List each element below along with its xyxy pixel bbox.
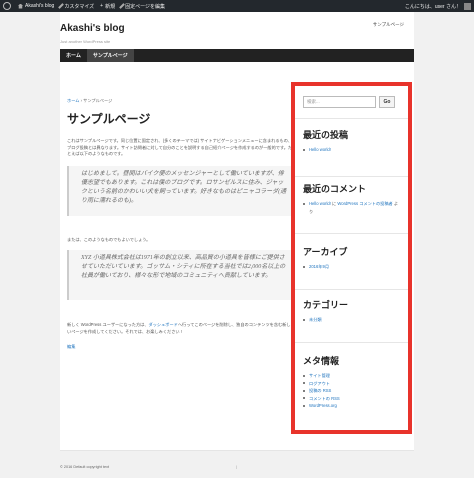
archive-link[interactable]: 2016年9月 <box>309 264 329 269</box>
site-name-label: Akashi's blog <box>25 3 55 9</box>
comment-author-link[interactable]: WordPress コメントの投稿者 <box>337 201 392 206</box>
search-input[interactable]: 検索... <box>303 96 376 108</box>
new-content-menu[interactable]: + 新規 <box>97 0 118 12</box>
meta-site-admin-link[interactable]: サイト管理 <box>309 373 330 378</box>
list-item: ログアウト <box>303 380 400 388</box>
outro-paragraph: 新しく WordPress ユーザーになった方は、ダッシュボードへ行ってこのペー… <box>67 322 293 335</box>
footer-separator: | <box>236 465 237 469</box>
greeting-label: こんにちは、user さん！ <box>404 3 461 10</box>
customize-label: カスタマイズ <box>64 3 95 10</box>
home-icon <box>18 3 23 9</box>
comment-post-link[interactable]: Hello world! <box>309 201 331 206</box>
avatar <box>464 2 471 10</box>
list-item: Hello world! に WordPress コメントの投稿者 より <box>303 200 400 215</box>
pencil-icon <box>119 3 125 9</box>
list-item: WordPress.org <box>303 402 400 410</box>
middle-paragraph: または、このようなものでもよいでしょう。 <box>67 237 151 242</box>
main-navigation: ホーム サンプルページ <box>60 49 414 62</box>
meta-title: メタ情報 <box>303 356 340 366</box>
footer-copyright: © 2016 Default copyright text <box>60 465 110 469</box>
list-item: 未分類 <box>303 316 400 324</box>
nav-item-sample-page[interactable]: サンプルページ <box>86 49 134 62</box>
categories-widget: カテゴリー 未分類 <box>303 298 400 324</box>
top-nav-sample-page-link[interactable]: サンプルページ <box>373 22 404 28</box>
recent-post-link[interactable]: Hello world! <box>309 147 331 152</box>
list-item: 2016年9月 <box>303 263 400 271</box>
sidebar-highlighted: 検索... Go 最近の投稿 Hello world! 最近のコメント Hell… <box>291 82 412 434</box>
blockquote-company: XYZ 小道具株式会社は1971年の創立以来、高品質の小道具を皆様にご提供させて… <box>67 250 295 300</box>
category-link[interactable]: 未分類 <box>309 317 322 322</box>
meta-wordpress-org-link[interactable]: WordPress.org <box>309 403 337 408</box>
recent-posts-title: 最近の投稿 <box>303 130 349 140</box>
widget-divider <box>295 289 408 290</box>
edit-page-label: 固定ページを編集 <box>125 3 166 10</box>
new-label: 新規 <box>105 3 116 10</box>
list-item: サイト管理 <box>303 372 400 380</box>
site-name-menu[interactable]: Akashi's blog <box>15 0 57 12</box>
list-item: Hello world! <box>303 146 400 154</box>
meta-widget: メタ情報 サイト管理 ログアウト 投稿の RSS コメントの RSS WordP… <box>303 354 400 410</box>
widget-divider <box>295 233 408 234</box>
dashboard-link[interactable]: ダッシュボード <box>149 322 178 327</box>
meta-comments-rss-link[interactable]: コメントの RSS <box>309 396 340 401</box>
site-tagline: Just another WordPress site <box>60 39 111 44</box>
blockquote-messenger: はじめまして。昼間はバイク便のメッセンジャーとして働いていますが、俳優志望でもあ… <box>67 166 295 216</box>
search-button[interactable]: Go <box>379 96 395 108</box>
brush-icon <box>58 3 65 9</box>
intro-paragraph: これはサンプルページです。同じ位置に固定され、(多くのテーマでは) サイトナビゲ… <box>67 138 293 156</box>
widget-divider <box>295 176 408 177</box>
breadcrumb-home-link[interactable]: ホーム <box>67 98 79 103</box>
widget-divider <box>295 118 408 119</box>
breadcrumb-current: サンプルページ <box>83 98 113 103</box>
widget-divider <box>295 342 408 343</box>
archives-widget: アーカイブ 2016年9月 <box>303 245 400 271</box>
site-title[interactable]: Akashi's blog <box>60 23 125 34</box>
archives-title: アーカイブ <box>303 247 348 257</box>
meta-posts-rss-link[interactable]: 投稿の RSS <box>309 388 331 393</box>
edit-page-menu[interactable]: 固定ページを編集 <box>118 0 168 12</box>
recent-posts-widget: 最近の投稿 Hello world! <box>303 128 400 154</box>
plus-icon: + <box>100 3 104 9</box>
list-item: 投稿の RSS <box>303 387 400 395</box>
main-content: ホーム › サンプルページ サンプルページ これはサンプルページです。同じ位置に… <box>60 82 295 367</box>
list-item: コメントの RSS <box>303 395 400 403</box>
wp-logo-menu[interactable] <box>0 0 15 12</box>
edit-page-link[interactable]: 編集 <box>67 344 75 350</box>
my-account-menu[interactable]: こんにちは、user さん！ <box>404 2 474 10</box>
page-title: サンプルページ <box>67 112 151 126</box>
customize-menu[interactable]: カスタマイズ <box>57 0 97 12</box>
admin-bar: Akashi's blog カスタマイズ + 新規 固定ページを編集 こんにちは… <box>0 0 474 12</box>
footer-divider <box>60 450 414 451</box>
breadcrumb: ホーム › サンプルページ <box>67 98 112 104</box>
outro-text-a: 新しく WordPress ユーザーになった方は、 <box>67 322 149 327</box>
wordpress-icon <box>3 2 11 10</box>
recent-comments-widget: 最近のコメント Hello world! に WordPress コメントの投稿… <box>303 182 400 215</box>
categories-title: カテゴリー <box>303 300 349 310</box>
meta-logout-link[interactable]: ログアウト <box>309 381 330 386</box>
recent-comments-title: 最近のコメント <box>303 184 367 194</box>
nav-item-home[interactable]: ホーム <box>60 49 87 62</box>
